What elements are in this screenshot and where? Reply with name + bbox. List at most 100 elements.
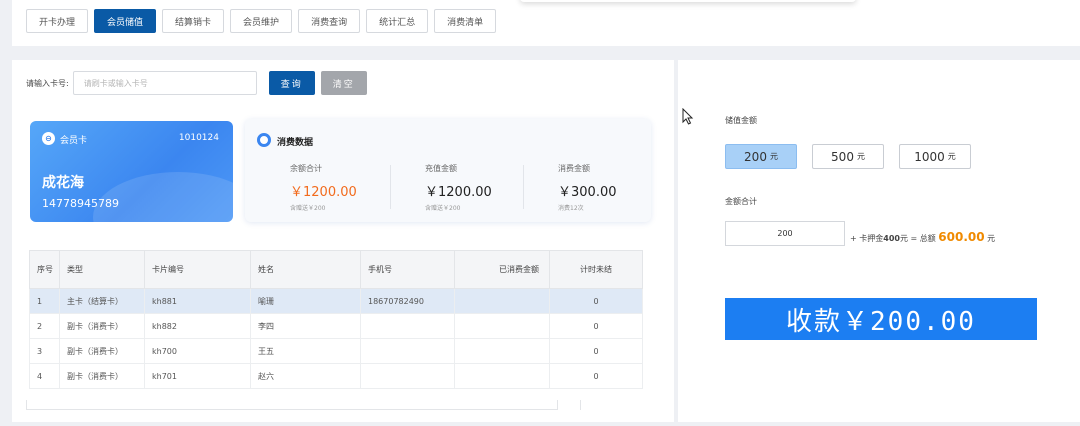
card-number: 1010124 [178,133,219,143]
cell-pending: 0 [549,288,643,314]
tab-statistics[interactable]: 统计汇总 [366,9,429,33]
stat-value: ￥1200.00 [290,185,357,200]
table-row[interactable]: 3 副卡（消费卡） kh700 王五 0 [29,338,643,364]
card-table: 序号 类型 卡片编号 姓名 手机号 已消费金额 计时未结 1 主卡（结算卡） k… [29,250,643,389]
col-header-name: 姓名 [250,250,361,289]
cell-phone [360,338,455,364]
card-holder-name: 成花海 [42,175,84,191]
stat-value: ￥1200.00 [425,185,492,200]
cell-type: 副卡（消费卡） [59,313,145,339]
tab-settle-cancel[interactable]: 结算销卡 [162,9,225,33]
amount-value: 500 [831,149,854,164]
amount-option-200[interactable]: 200 元 [725,144,797,169]
tab-bar: 开卡办理 会员储值 结算销卡 会员维护 消费查询 统计汇总 消费清单 [26,9,497,33]
cell-name: 喻珊 [250,288,361,314]
stat-label: 充值金额 [425,164,457,173]
stat-sub: 含赠送￥200 [425,205,461,212]
deposit-prefix: + 卡押金 [850,234,884,243]
top-nav-bar: 开卡办理 会员储值 结算销卡 会员维护 消费查询 统计汇总 消费清单 [12,0,1080,46]
cell-type: 副卡（消费卡） [59,338,145,364]
grand-unit: 元 [987,234,996,243]
stat-label: 余额合计 [290,164,322,173]
stat-recharge: 充值金额 ￥1200.00 含赠送￥200 [425,163,545,212]
cell-no: 2 [29,313,60,339]
stats-title: 消费数据 [277,138,314,148]
collect-payment-button[interactable]: 收款￥200.00 [725,298,1037,340]
table-row[interactable]: 2 副卡（消费卡） kh882 李四 0 [29,313,643,339]
right-panel: 储值金额 200元 500元 1000元 金额合计 + 卡押金400元 = 总额… [678,60,1080,422]
amount-unit: 元 [856,152,865,161]
cell-pending: 0 [549,363,643,389]
total-label: 金额合计 [725,197,757,206]
cell-no: 1 [29,288,60,314]
tab-consume-list[interactable]: 消费清单 [434,9,497,33]
stat-label: 消费金额 [558,164,590,173]
cell-pending: 0 [549,313,643,339]
cell-spent [454,363,550,389]
member-card: ⊖ 会员卡 1010124 成花海 14778945789 [30,121,233,222]
cell-spent [454,338,550,364]
cell-pending: 0 [549,338,643,364]
col-header-card: 卡片编号 [144,250,251,289]
divider [390,165,391,209]
stat-value: ￥300.00 [558,185,617,200]
consumption-stats: 消费数据 余额合计 ￥1200.00 含赠送￥200 充值金额 ￥1200.00… [245,119,651,222]
col-header-no: 序号 [29,250,60,289]
stat-consume: 消费金额 ￥300.00 消费12次 [558,163,678,212]
amount-option-1000[interactable]: 1000 元 [899,144,971,169]
card-icon: ⊖ [42,132,55,145]
tab-member-recharge[interactable]: 会员储值 [94,9,157,33]
tab-consume-query[interactable]: 消费查询 [298,9,361,33]
stat-sub: 含赠送￥200 [290,205,326,212]
col-header-spent: 已消费金额 [454,250,550,289]
card-phone: 14778945789 [42,197,119,210]
cell-name: 李四 [250,313,361,339]
amount-unit: 元 [769,152,778,161]
cell-phone [360,363,455,389]
cell-name: 王五 [250,338,361,364]
mouse-cursor-icon [682,108,694,125]
cell-card: kh882 [144,313,251,339]
scrollbar-divider [580,400,581,410]
left-panel: 请输入卡号: 查询 清空 ⊖ 会员卡 1010124 成花海 147789457… [12,60,674,422]
table-header-row: 序号 类型 卡片编号 姓名 手机号 已消费金额 计时未结 [29,250,643,289]
col-header-phone: 手机号 [360,250,455,289]
amount-label: 储值金额 [725,116,757,125]
stats-circle-icon [257,133,271,147]
cell-type: 主卡（结算卡） [59,288,145,314]
cell-no: 4 [29,363,60,389]
tab-member-maintain[interactable]: 会员维护 [230,9,293,33]
grand-total: 600.00 [938,230,985,244]
cell-card: kh700 [144,338,251,364]
cell-spent [454,313,550,339]
cell-card: kh701 [144,363,251,389]
stat-balance: 余额合计 ￥1200.00 含赠送￥200 [290,163,410,212]
tab-open-card[interactable]: 开卡办理 [26,9,89,33]
total-summary: + 卡押金400元 = 总额 600.00 元 [850,230,995,244]
stat-sub: 消费12次 [558,205,584,212]
card-type: 会员卡 [60,136,88,146]
cell-phone [360,313,455,339]
amount-unit: 元 [947,152,956,161]
clear-button[interactable]: 清空 [320,71,367,95]
deposit-value: 400 [883,234,900,243]
table-row[interactable]: 4 副卡（消费卡） kh701 赵六 0 [29,363,643,389]
deposit-mid: 元 = 总额 [899,234,936,243]
total-amount-input[interactable] [725,221,845,246]
cell-no: 3 [29,338,60,364]
col-header-type: 类型 [59,250,145,289]
card-number-input[interactable] [72,71,257,95]
cell-phone: 18670782490 [360,288,455,314]
cell-name: 赵六 [250,363,361,389]
cell-card: kh881 [144,288,251,314]
search-label: 请输入卡号: [26,78,69,88]
amount-value: 200 [744,149,767,164]
cell-type: 副卡（消费卡） [59,363,145,389]
horizontal-scrollbar[interactable] [26,400,558,410]
col-header-pending: 计时未结 [549,250,643,289]
table-row[interactable]: 1 主卡（结算卡） kh881 喻珊 18670782490 0 [29,288,643,314]
amount-option-500[interactable]: 500 元 [812,144,884,169]
query-button[interactable]: 查询 [268,71,315,95]
cell-spent [454,288,550,314]
dropdown-shadow [520,0,856,2]
